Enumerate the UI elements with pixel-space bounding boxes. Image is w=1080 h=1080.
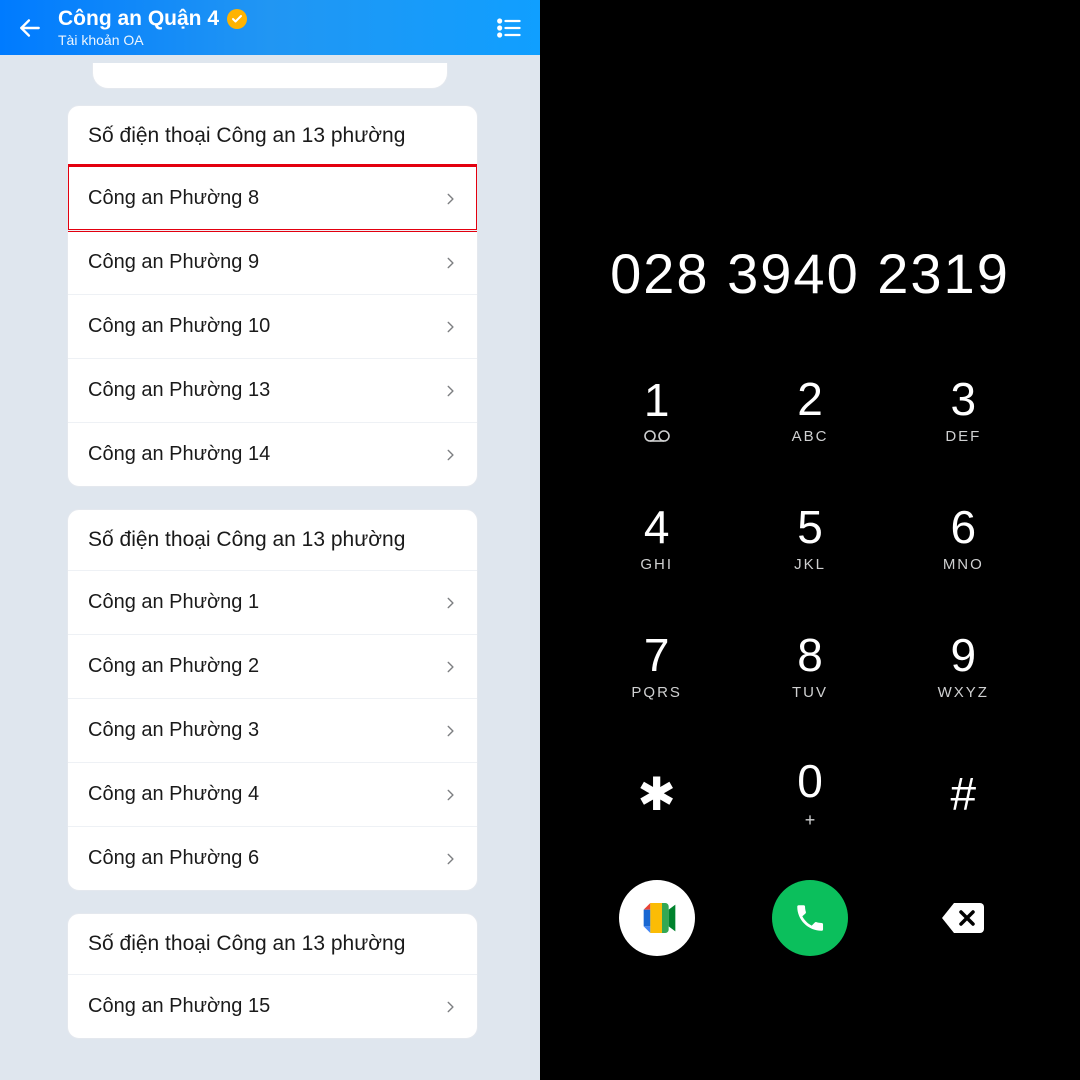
key-digit: 4 — [644, 504, 670, 550]
list-item[interactable]: Công an Phường 9 — [68, 230, 477, 294]
verified-badge-icon — [227, 9, 247, 29]
chat-panel: Công an Quận 4 Tài khoản OA Số điện thoạ… — [0, 0, 540, 1080]
dial-key-3[interactable]: 3 DEF — [887, 360, 1040, 460]
list-item-label: Công an Phường 6 — [88, 847, 259, 870]
list-item[interactable]: Công an Phường 4 — [68, 762, 477, 826]
list-item[interactable]: Công an Phường 1 — [68, 570, 477, 634]
chevron-right-icon — [443, 720, 457, 742]
backspace-button[interactable] — [925, 880, 1001, 956]
list-item[interactable]: Công an Phường 3 — [68, 698, 477, 762]
list-item-label: Công an Phường 14 — [88, 443, 270, 466]
chevron-right-icon — [443, 996, 457, 1018]
key-subtext: MNO — [943, 556, 984, 573]
list-item[interactable]: Công an Phường 2 — [68, 634, 477, 698]
back-button[interactable] — [16, 14, 44, 42]
key-digit: ✱ — [637, 771, 676, 817]
chat-subtitle: Tài khoản OA — [58, 32, 480, 48]
list-item-label: Công an Phường 13 — [88, 379, 270, 402]
chat-title: Công an Quận 4 — [58, 7, 219, 31]
dial-key-#[interactable]: # — [887, 744, 1040, 844]
chevron-right-icon — [443, 444, 457, 466]
list-item[interactable]: Công an Phường 10 — [68, 294, 477, 358]
key-subtext: GHI — [640, 556, 673, 573]
phone-icon — [793, 901, 827, 935]
card-title: Số điện thoại Công an 13 phường — [68, 510, 477, 570]
list-item[interactable]: Công an Phường 14 — [68, 422, 477, 486]
list-item-label: Công an Phường 8 — [88, 187, 259, 210]
chevron-right-icon — [443, 656, 457, 678]
key-digit: 2 — [797, 376, 823, 422]
menu-button[interactable] — [494, 13, 524, 43]
list-item-label: Công an Phường 4 — [88, 783, 259, 806]
chevron-right-icon — [443, 188, 457, 210]
list-card: Số điện thoại Công an 13 phường Công an P… — [67, 509, 478, 891]
dial-key-2[interactable]: 2 ABC — [733, 360, 886, 460]
key-digit: 1 — [644, 377, 670, 423]
chevron-right-icon — [443, 252, 457, 274]
key-subtext: WXYZ — [938, 684, 989, 701]
list-card: Số điện thoại Công an 13 phường Công an P… — [67, 913, 478, 1039]
dial-key-9[interactable]: 9 WXYZ — [887, 616, 1040, 716]
list-item[interactable]: Công an Phường 13 — [68, 358, 477, 422]
previous-card-fragment — [92, 63, 448, 89]
chat-header: Công an Quận 4 Tài khoản OA — [0, 0, 540, 55]
key-subtext: JKL — [794, 556, 826, 573]
chevron-right-icon — [443, 784, 457, 806]
backspace-icon — [940, 901, 986, 935]
list-item[interactable]: Công an Phường 6 — [68, 826, 477, 890]
key-subtext: TUV — [792, 684, 828, 701]
list-item-label: Công an Phường 1 — [88, 591, 259, 614]
list-item[interactable]: Công an Phường 8 — [68, 166, 477, 230]
key-subtext: + — [805, 810, 816, 831]
key-digit: 6 — [951, 504, 977, 550]
chevron-right-icon — [443, 848, 457, 870]
dial-display: 028 3940 2319 — [540, 0, 1080, 340]
dial-key-5[interactable]: 5 JKL — [733, 488, 886, 588]
call-button[interactable] — [772, 880, 848, 956]
key-subtext: PQRS — [631, 684, 682, 701]
dialer-panel: 028 3940 2319 1 2 ABC 3 DEF 4 GHI 5 JKL 6 MNO 7 PQRS… — [540, 0, 1080, 1080]
video-call-button[interactable] — [619, 880, 695, 956]
key-digit: 5 — [797, 504, 823, 550]
chevron-right-icon — [443, 316, 457, 338]
dial-key-0[interactable]: 0+ — [733, 744, 886, 844]
dial-key-1[interactable]: 1 — [580, 360, 733, 460]
list-item[interactable]: Công an Phường 15 — [68, 974, 477, 1038]
key-digit: 3 — [951, 376, 977, 422]
dial-keypad: 12ABC3DEF4GHI5JKL6MNO7PQRS8TUV9WXYZ✱0+# — [540, 340, 1080, 844]
list-item-label: Công an Phường 9 — [88, 251, 259, 274]
list-item-label: Công an Phường 3 — [88, 719, 259, 742]
list-item-label: Công an Phường 2 — [88, 655, 259, 678]
list-item-label: Công an Phường 10 — [88, 315, 270, 338]
dial-key-✱[interactable]: ✱ — [580, 744, 733, 844]
card-title: Số điện thoại Công an 13 phường — [68, 914, 477, 974]
dial-key-7[interactable]: 7 PQRS — [580, 616, 733, 716]
entered-number: 028 3940 2319 — [610, 241, 1010, 306]
list-icon — [495, 14, 523, 42]
dial-actions — [540, 844, 1080, 996]
key-digit: 8 — [797, 632, 823, 678]
google-meet-icon — [637, 898, 677, 938]
dial-key-8[interactable]: 8 TUV — [733, 616, 886, 716]
chevron-right-icon — [443, 592, 457, 614]
dial-key-6[interactable]: 6 MNO — [887, 488, 1040, 588]
voicemail-icon — [644, 429, 670, 443]
list-card: Số điện thoại Công an 13 phường Công an P… — [67, 105, 478, 487]
key-digit: 0 — [797, 758, 823, 804]
key-digit: 9 — [951, 632, 977, 678]
arrow-left-icon — [17, 15, 43, 41]
dial-key-4[interactable]: 4 GHI — [580, 488, 733, 588]
card-title: Số điện thoại Công an 13 phường — [68, 106, 477, 166]
key-subtext: DEF — [945, 428, 981, 445]
list-item-label: Công an Phường 15 — [88, 995, 270, 1018]
key-digit: # — [951, 771, 977, 817]
key-subtext: ABC — [792, 428, 829, 445]
chat-body[interactable]: Số điện thoại Công an 13 phường Công an P… — [0, 55, 540, 1080]
key-digit: 7 — [644, 632, 670, 678]
chevron-right-icon — [443, 380, 457, 402]
